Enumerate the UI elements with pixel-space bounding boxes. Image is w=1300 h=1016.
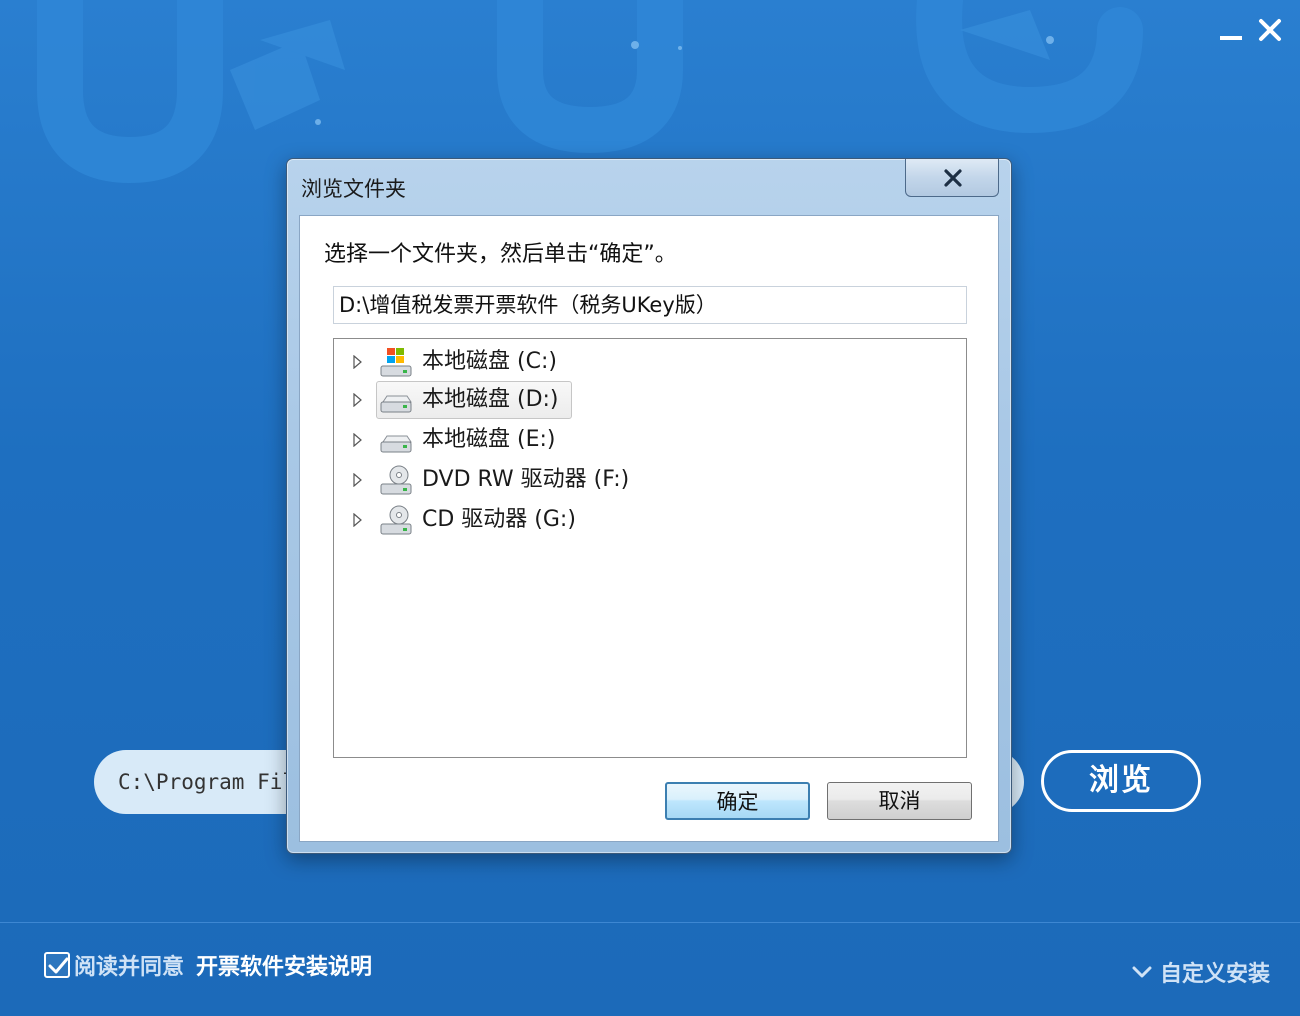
folder-tree[interactable]: 本地磁盘 (C:) 本地磁盘 (D:) 本地磁盘 (E:) DVD RW 驱动器… [333, 338, 967, 758]
hard-drive-icon [380, 435, 412, 453]
dialog-client-area: 选择一个文件夹，然后单击“确定”。 D:\增值税发票开票软件（税务UKey版） … [299, 215, 999, 842]
ok-button[interactable]: 确定 [665, 782, 810, 820]
checkmark-icon [48, 957, 69, 974]
dialog-close-button[interactable] [905, 159, 999, 197]
selected-folder-path: D:\增值税发票开票软件（税务UKey版） [333, 286, 967, 324]
custom-install-label: 自定义安装 [1159, 962, 1270, 987]
minimize-button[interactable] [1213, 12, 1249, 48]
tree-item-label: 本地磁盘 (E:) [422, 427, 556, 452]
tree-item-label: CD 驱动器 (G:) [422, 507, 576, 532]
expand-arrow-icon[interactable] [353, 513, 363, 527]
optical-drive-icon [380, 465, 412, 495]
hard-drive-icon [380, 395, 412, 413]
tree-item-label: 本地磁盘 (C:) [422, 349, 557, 374]
agree-checkbox[interactable] [44, 952, 70, 978]
system-drive-icon [380, 348, 412, 377]
custom-install-toggle[interactable]: 自定义安装 [1132, 956, 1270, 988]
install-instructions-link[interactable]: 开票软件安装说明 [196, 949, 372, 981]
agree-label: 阅读并同意 [74, 955, 185, 980]
tree-item-label: 本地磁盘 (D:) [422, 387, 559, 412]
cancel-button[interactable]: 取消 [827, 782, 972, 820]
footer-divider [0, 922, 1300, 923]
close-icon [1259, 19, 1281, 41]
close-button[interactable] [1252, 12, 1288, 48]
dialog-title: 浏览文件夹 [301, 177, 406, 201]
expand-arrow-icon[interactable] [353, 433, 363, 447]
minimize-icon [1220, 36, 1242, 40]
tree-item[interactable]: DVD RW 驱动器 (F:) [334, 461, 734, 499]
browse-folder-dialog: 浏览文件夹 选择一个文件夹，然后单击“确定”。 D:\增值税发票开票软件（税务U… [286, 158, 1012, 854]
browse-button[interactable]: 浏览 [1041, 750, 1201, 812]
expand-arrow-icon[interactable] [353, 393, 363, 407]
tree-item[interactable]: 本地磁盘 (D:) [334, 381, 734, 419]
expand-arrow-icon[interactable] [353, 473, 363, 487]
installer-window: C:\Program Fil 浏览 阅读并同意 开票软件安装说明 自定义安装 浏… [0, 0, 1300, 1016]
close-icon [944, 169, 962, 187]
optical-drive-icon [380, 505, 412, 535]
tree-item[interactable]: 本地磁盘 (E:) [334, 421, 734, 459]
tree-item-label: DVD RW 驱动器 (F:) [422, 467, 630, 492]
agreement-row: 阅读并同意 开票软件安装说明 [44, 948, 372, 982]
chevron-down-icon [1132, 966, 1152, 978]
tree-item[interactable]: CD 驱动器 (G:) [334, 501, 734, 539]
tree-item[interactable]: 本地磁盘 (C:) [334, 343, 734, 381]
expand-arrow-icon[interactable] [353, 355, 363, 369]
dialog-instruction: 选择一个文件夹，然后单击“确定”。 [324, 242, 677, 267]
